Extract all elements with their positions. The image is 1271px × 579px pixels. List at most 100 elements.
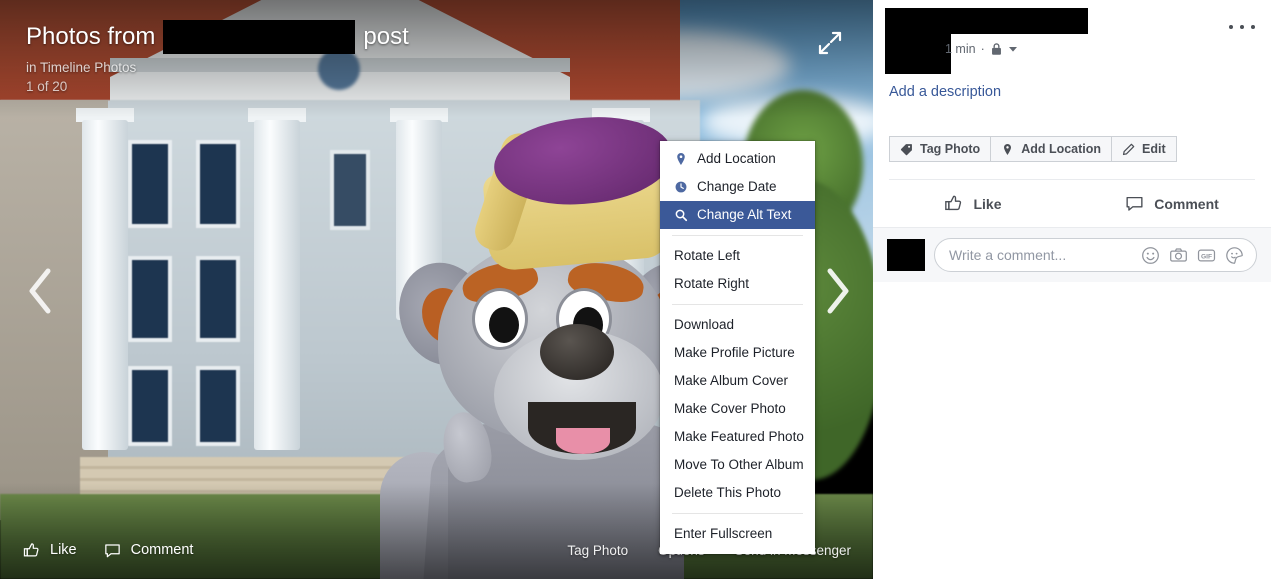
camera-icon[interactable] (1169, 246, 1188, 265)
post-more-options-button[interactable] (1229, 18, 1255, 36)
redacted-author-name (885, 8, 1088, 34)
window-shape (196, 256, 240, 342)
add-location-button[interactable]: Add Location (991, 136, 1113, 162)
menu-item-label: Rotate Right (674, 276, 750, 291)
window-shape (128, 366, 172, 446)
post-meta: 1 min · (945, 42, 1018, 56)
photo-viewer-page: Photos from post in Timeline Photos 1 of… (0, 0, 1271, 579)
next-photo-button[interactable] (812, 255, 864, 327)
title-suffix: post (363, 23, 409, 50)
thumbs-up-icon (23, 542, 39, 556)
menu-item-change-alt-text[interactable]: Change Alt Text (660, 201, 815, 229)
menu-item-enter-fullscreen[interactable]: Enter Fullscreen (660, 520, 815, 548)
sidebar-like-button[interactable]: Like (873, 180, 1072, 227)
menu-item-label: Make Cover Photo (674, 401, 786, 416)
edit-label: Edit (1142, 142, 1166, 156)
photo-counter: 1 of 20 (26, 79, 68, 94)
sticker-icon[interactable] (1225, 246, 1244, 265)
add-description-link[interactable]: Add a description (873, 78, 1271, 100)
window-shape (128, 256, 172, 342)
stage-tag-photo-button[interactable]: Tag Photo (567, 543, 628, 558)
menu-item-label: Enter Fullscreen (674, 526, 773, 541)
chevron-left-icon (29, 268, 51, 314)
column-shape (82, 120, 128, 450)
album-label[interactable]: in Timeline Photos (26, 60, 409, 75)
sidebar-comment-button[interactable]: Comment (1072, 180, 1271, 227)
window-shape (330, 150, 370, 230)
stage-like-button[interactable]: Like (22, 541, 77, 560)
lock-icon[interactable] (990, 42, 1003, 56)
menu-item-label: Make Album Cover (674, 373, 789, 388)
svg-text:GIF: GIF (1201, 253, 1212, 260)
menu-item-download[interactable]: Download (660, 311, 815, 339)
mascot-eye (472, 288, 528, 350)
menu-item-make-featured-photo[interactable]: Make Featured Photo (660, 423, 815, 451)
photo-action-bar-left: Like Comment (22, 541, 193, 560)
edit-button[interactable]: Edit (1112, 136, 1177, 162)
emoji-icon[interactable] (1141, 246, 1160, 265)
expand-diagonal-icon[interactable] (813, 26, 847, 60)
mascot-nose (540, 324, 614, 380)
chevron-right-icon (827, 268, 849, 314)
menu-item-change-date[interactable]: Change Date (660, 173, 815, 201)
menu-item-label: Change Date (697, 179, 777, 194)
stage-like-label: Like (50, 542, 77, 558)
menu-separator (672, 235, 803, 236)
mascot-tongue (556, 428, 610, 454)
photo-details-sidebar: 1 min · Add a description Tag Photo Add … (873, 0, 1271, 579)
window-shape (196, 366, 240, 446)
location-pin-icon (1004, 143, 1012, 155)
clock-icon (675, 181, 687, 193)
pencil-icon (1122, 143, 1135, 155)
menu-item-label: Make Profile Picture (674, 345, 795, 360)
menu-item-rotate-left[interactable]: Rotate Left (660, 242, 815, 270)
window-shape (128, 140, 172, 228)
gif-icon[interactable]: GIF (1197, 246, 1216, 265)
caret-down-icon[interactable] (1008, 44, 1018, 54)
post-header: 1 min · (873, 0, 1271, 78)
tag-photo-button[interactable]: Tag Photo (889, 136, 992, 162)
stage-comment-button[interactable]: Comment (103, 541, 194, 560)
menu-separator (672, 304, 803, 305)
previous-photo-button[interactable] (14, 255, 66, 327)
menu-item-delete-this-photo[interactable]: Delete This Photo (660, 479, 815, 507)
menu-item-rotate-right[interactable]: Rotate Right (660, 270, 815, 298)
sidebar-comment-label: Comment (1154, 195, 1219, 212)
menu-item-make-album-cover[interactable]: Make Album Cover (660, 367, 815, 395)
options-context-menu: Add Location Change Date Change Alt Text… (660, 141, 815, 554)
menu-item-make-profile-picture[interactable]: Make Profile Picture (660, 339, 815, 367)
sidebar-like-label: Like (973, 195, 1002, 212)
post-action-row: Like Comment (873, 180, 1271, 228)
comment-input[interactable] (949, 247, 1141, 263)
menu-item-label: Add Location (697, 151, 776, 166)
stage-comment-label: Comment (130, 542, 194, 558)
menu-item-label: Make Featured Photo (674, 429, 804, 444)
page-title: Photos from post (26, 20, 409, 54)
ellipsis-icon (1240, 25, 1244, 29)
column-shape (254, 120, 300, 450)
comment-composer: GIF (873, 228, 1271, 282)
redacted-comment-avatar (887, 239, 925, 271)
thumbs-up-icon (945, 195, 962, 211)
tag-icon (900, 143, 912, 155)
meta-separator: · (980, 42, 985, 56)
window-shape (196, 140, 240, 228)
ellipsis-icon (1229, 25, 1233, 29)
menu-item-make-cover-photo[interactable]: Make Cover Photo (660, 395, 815, 423)
tag-photo-label: Tag Photo (920, 142, 981, 156)
mascot-pupil (489, 307, 519, 343)
comment-input-wrapper[interactable]: GIF (934, 238, 1257, 272)
speech-bubble-icon (1126, 196, 1143, 211)
ellipsis-icon (1251, 25, 1255, 29)
photo-header: Photos from post in Timeline Photos 1 of… (26, 20, 409, 94)
photo-edit-button-group: Tag Photo Add Location Edit (873, 100, 1271, 162)
redacted-author-name (163, 20, 356, 54)
menu-separator (672, 513, 803, 514)
magnifier-icon (675, 209, 688, 222)
photo-stage: Photos from post in Timeline Photos 1 of… (0, 0, 873, 579)
post-timestamp[interactable]: 1 min (945, 42, 976, 56)
comment-icon-group: GIF (1141, 246, 1244, 265)
menu-item-add-location[interactable]: Add Location (660, 145, 815, 173)
menu-item-move-to-other-album[interactable]: Move To Other Album (660, 451, 815, 479)
menu-item-label: Delete This Photo (674, 485, 782, 500)
